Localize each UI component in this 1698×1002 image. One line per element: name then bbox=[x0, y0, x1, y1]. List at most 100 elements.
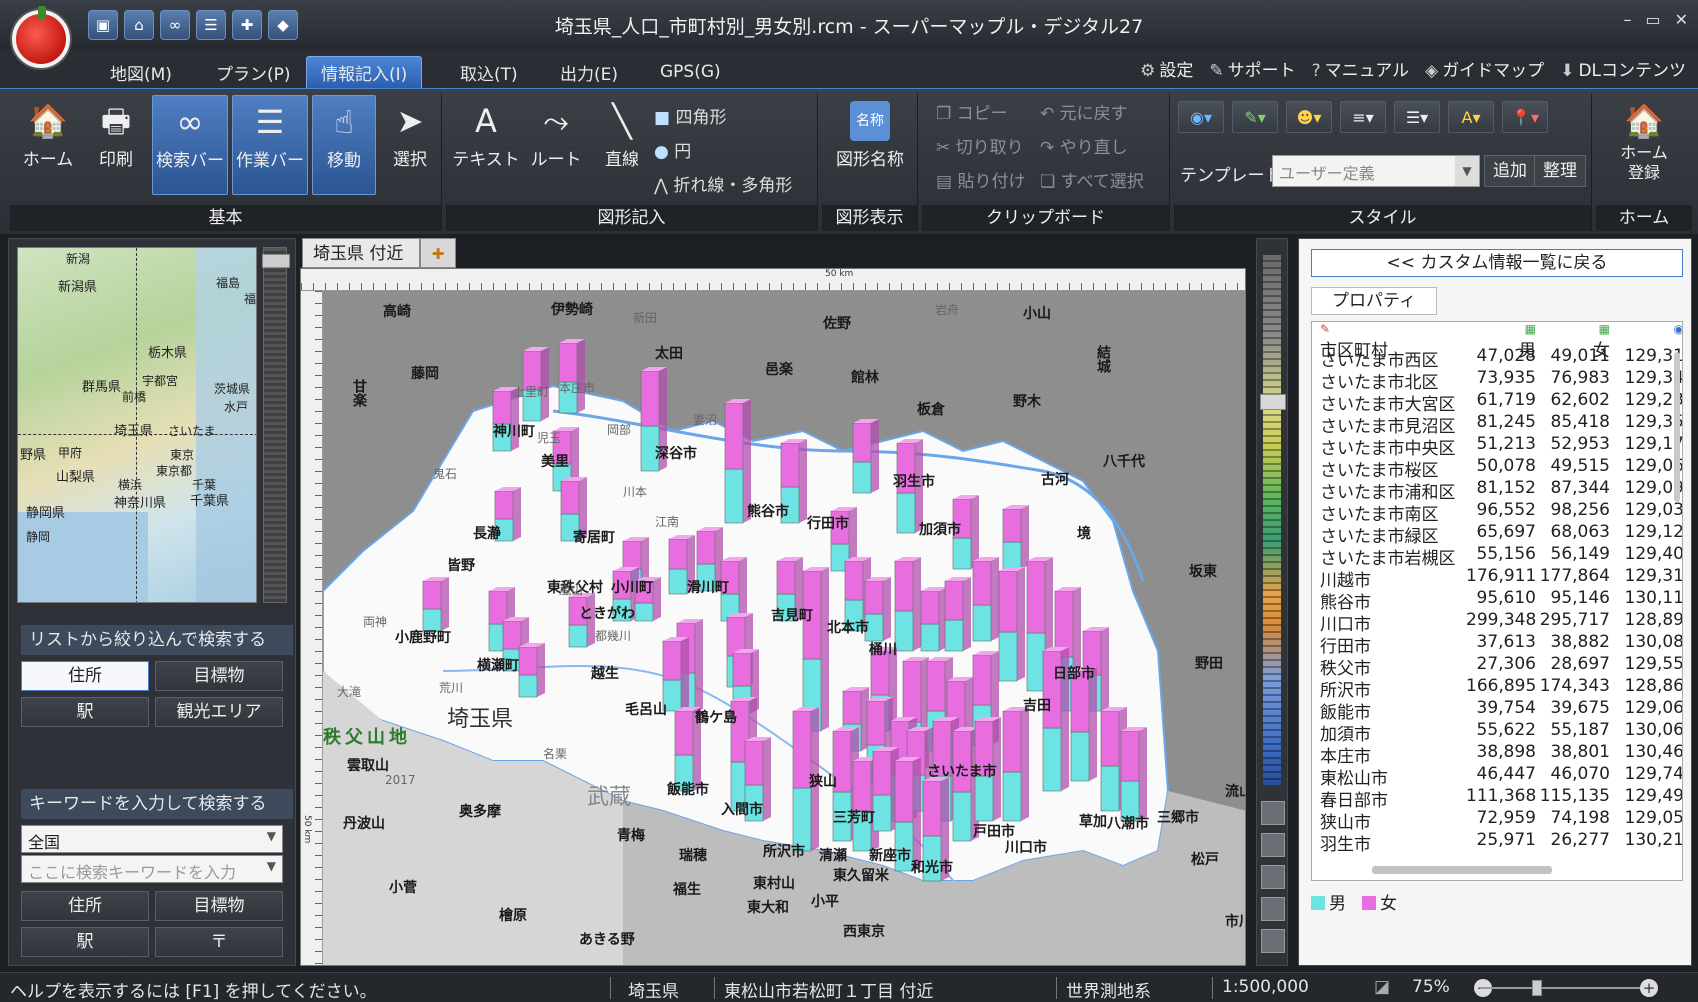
table-row[interactable]: 加須市 55,622 55,187 130,06 bbox=[1312, 720, 1682, 745]
cut-button[interactable]: ✂ 切り取り bbox=[936, 133, 1024, 158]
app-logo-icon[interactable] bbox=[12, 6, 70, 68]
route-button[interactable]: ⤳ ルート bbox=[524, 95, 588, 195]
table-row[interactable]: さいたま市浦和区 81,152 87,344 129,09 bbox=[1312, 478, 1682, 503]
table-row[interactable]: 秩父市 27,306 28,697 129,55 bbox=[1312, 654, 1682, 679]
table-row[interactable]: 狭山市 72,959 74,198 129,05 bbox=[1312, 808, 1682, 833]
map-canvas[interactable]: 高崎 伊勢崎 新田 太田 佐野 岩舟 小山 藤岡 上里町 本庄市 邑楽 館林 板… bbox=[323, 291, 1245, 965]
select-all-button[interactable]: ❏ すべて選択 bbox=[1040, 167, 1144, 192]
print-button[interactable]: 🖶 印刷 bbox=[84, 95, 148, 195]
tab-info-entry[interactable]: 情報記入(I) bbox=[306, 56, 423, 88]
map-tab[interactable]: 埼玉県 付近 bbox=[302, 238, 420, 268]
table-row[interactable]: 行田市 37,613 38,882 130,08 bbox=[1312, 632, 1682, 657]
grid-4-icon[interactable] bbox=[1261, 833, 1285, 857]
tab-gps[interactable]: GPS(G) bbox=[646, 56, 735, 88]
rectangle-button[interactable]: ■ 四角形 bbox=[654, 103, 726, 128]
line-width-icon[interactable]: ☰▾ bbox=[1394, 101, 1440, 133]
table-row[interactable]: さいたま市北区 73,935 76,983 129,34 bbox=[1312, 368, 1682, 393]
search-bar-button[interactable]: ∞ 検索バー bbox=[152, 95, 228, 195]
template-organize-button[interactable]: 整理 bbox=[1534, 155, 1586, 187]
new-tab-icon[interactable]: ✚ bbox=[420, 238, 456, 268]
table-row[interactable]: さいたま市南区 96,552 98,256 129,03 bbox=[1312, 500, 1682, 525]
back-to-custom-list-button[interactable]: << カスタム情報一覧に戻る bbox=[1311, 249, 1683, 277]
tab-plan[interactable]: プラン(P) bbox=[202, 56, 305, 88]
table-row[interactable]: さいたま市大宮区 61,719 62,602 129,23 bbox=[1312, 390, 1682, 415]
overview-map[interactable]: 新潟 新潟県 福島 福島 栃木県 群馬県 宇都宮 前橋 茨城県 水戸 埼玉県 さ… bbox=[17, 247, 257, 603]
fill-color-icon[interactable]: ◉▾ bbox=[1178, 101, 1224, 133]
table-row[interactable]: 川口市 299,348 295,717 128,89 bbox=[1312, 610, 1682, 635]
table-row[interactable]: 川越市 176,911 177,864 129,31 bbox=[1312, 566, 1682, 591]
pen-color-icon[interactable]: ✎▾ bbox=[1232, 101, 1278, 133]
scale-slider-knob[interactable] bbox=[1260, 394, 1286, 410]
table-row[interactable]: さいたま市中央区 51,213 52,953 129,17 bbox=[1312, 434, 1682, 459]
table-vertical-scrollbar[interactable] bbox=[1674, 352, 1680, 502]
template-select[interactable]: ユーザー定義 ▼ bbox=[1272, 155, 1480, 187]
redo-button[interactable]: ↷ やり直し bbox=[1040, 133, 1128, 158]
settings-link[interactable]: ⚙ 設定 bbox=[1140, 56, 1193, 81]
tab-import[interactable]: 取込(T) bbox=[446, 56, 532, 88]
table-row[interactable]: 熊谷市 95,610 95,146 130,11 bbox=[1312, 588, 1682, 613]
grid-1-icon[interactable] bbox=[1261, 801, 1285, 825]
table-row[interactable]: さいたま市岩槻区 55,156 56,149 129,40 bbox=[1312, 544, 1682, 569]
zoom-slider[interactable] bbox=[1480, 980, 1650, 996]
table-row[interactable]: 飯能市 39,754 39,675 129,06 bbox=[1312, 698, 1682, 723]
font-color-icon[interactable]: A▾ bbox=[1448, 101, 1494, 133]
undo-button[interactable]: ↶ 元に戻す bbox=[1040, 99, 1128, 124]
table-row[interactable]: 羽生市 25,971 26,277 130,21 bbox=[1312, 830, 1682, 855]
table-row[interactable]: さいたま市桜区 50,078 49,515 129,06 bbox=[1312, 456, 1682, 481]
tab-map[interactable]: 地図(M) bbox=[96, 56, 186, 88]
dl-contents-link[interactable]: ⬇ DLコンテンツ bbox=[1560, 56, 1686, 81]
overview-zoom-knob[interactable] bbox=[262, 254, 290, 268]
keyword-input[interactable]: ここに検索キーワードを入力 ▼ bbox=[21, 855, 283, 883]
line-button[interactable]: ╲ 直線 bbox=[590, 95, 654, 195]
grid-dense-icon[interactable] bbox=[1261, 929, 1285, 953]
manual-link[interactable]: ? マニュアル bbox=[1312, 56, 1410, 81]
polyline-button[interactable]: ⋀ 折れ線・多角形 bbox=[654, 171, 792, 196]
minimize-icon[interactable]: – bbox=[1623, 10, 1631, 29]
keyword-landmark-button[interactable]: 目標物 bbox=[155, 891, 283, 921]
move-button[interactable]: ☝ 移動 bbox=[312, 95, 376, 195]
list-tourist-area-button[interactable]: 観光エリア bbox=[155, 697, 283, 727]
rss-icon[interactable]: ◪ bbox=[1374, 977, 1390, 997]
grid-16-icon[interactable] bbox=[1261, 897, 1285, 921]
keyword-station-button[interactable]: 駅 bbox=[21, 927, 149, 957]
maximize-icon[interactable]: ▭ bbox=[1645, 10, 1660, 29]
list-station-button[interactable]: 駅 bbox=[21, 697, 149, 727]
list-address-button[interactable]: 住所 bbox=[21, 661, 149, 691]
grid-9-icon[interactable] bbox=[1261, 865, 1285, 889]
keyword-postal-button[interactable]: 〒 bbox=[155, 927, 283, 957]
line-style-icon[interactable]: ≡▾ bbox=[1340, 101, 1386, 133]
symbol-icon[interactable]: ☻▾ bbox=[1286, 101, 1332, 133]
shape-name-button[interactable]: 名称 図形名称 bbox=[826, 95, 914, 195]
tab-output[interactable]: 出力(E) bbox=[546, 56, 632, 88]
copy-button[interactable]: ❐ コピー bbox=[936, 99, 1008, 124]
template-add-button[interactable]: 追加 bbox=[1484, 155, 1536, 187]
overview-zoom-slider[interactable] bbox=[262, 247, 290, 603]
column-header-coordinate[interactable]: ◉ bbox=[1610, 322, 1682, 346]
tab-properties[interactable]: プロパティ bbox=[1311, 287, 1437, 315]
home-button[interactable]: 🏠 ホーム bbox=[16, 95, 80, 195]
support-link[interactable]: ✎ サポート bbox=[1209, 56, 1295, 81]
circle-button[interactable]: ● 円 bbox=[654, 137, 691, 162]
select-button[interactable]: ➤ 選択 bbox=[378, 95, 442, 195]
zoom-slider-thumb[interactable] bbox=[1532, 980, 1542, 996]
zoom-in-icon[interactable]: + bbox=[1640, 979, 1658, 997]
column-header-municipality[interactable]: ✎ 市区町村 bbox=[1312, 322, 1466, 361]
table-row[interactable]: 東松山市 46,447 46,070 129,74 bbox=[1312, 764, 1682, 789]
guide-map-link[interactable]: ◈ ガイドマップ bbox=[1425, 56, 1544, 81]
pin-icon[interactable]: 📍▾ bbox=[1502, 101, 1548, 133]
map-view[interactable]: 50 km 50 km 高崎 伊勢崎 新田 太田 佐野 岩舟 小山 藤岡 上里町… bbox=[300, 268, 1246, 966]
table-row[interactable]: さいたま市見沼区 81,245 85,418 129,35 bbox=[1312, 412, 1682, 437]
work-bar-button[interactable]: ☰ 作業バー bbox=[232, 95, 308, 195]
table-row[interactable]: 春日部市 111,368 115,135 129,49 bbox=[1312, 786, 1682, 811]
paste-button[interactable]: ▤ 貼り付け bbox=[936, 167, 1025, 192]
table-row[interactable]: 本庄市 38,898 38,801 130,46 bbox=[1312, 742, 1682, 767]
table-row[interactable]: さいたま市緑区 65,697 68,063 129,12 bbox=[1312, 522, 1682, 547]
table-horizontal-scrollbar[interactable] bbox=[1372, 866, 1552, 874]
column-header-male[interactable]: ▦ 男 bbox=[1466, 322, 1536, 361]
home-register-button[interactable]: 🏠 ホーム登録 bbox=[1608, 95, 1680, 195]
region-select[interactable]: 全国 ▼ bbox=[21, 825, 283, 853]
table-row[interactable]: さいたま市西区 47,028 49,011 129,31 bbox=[1312, 346, 1682, 371]
text-button[interactable]: A テキスト bbox=[450, 95, 522, 195]
list-landmark-button[interactable]: 目標物 bbox=[155, 661, 283, 691]
close-icon[interactable]: ✕ bbox=[1675, 10, 1688, 29]
